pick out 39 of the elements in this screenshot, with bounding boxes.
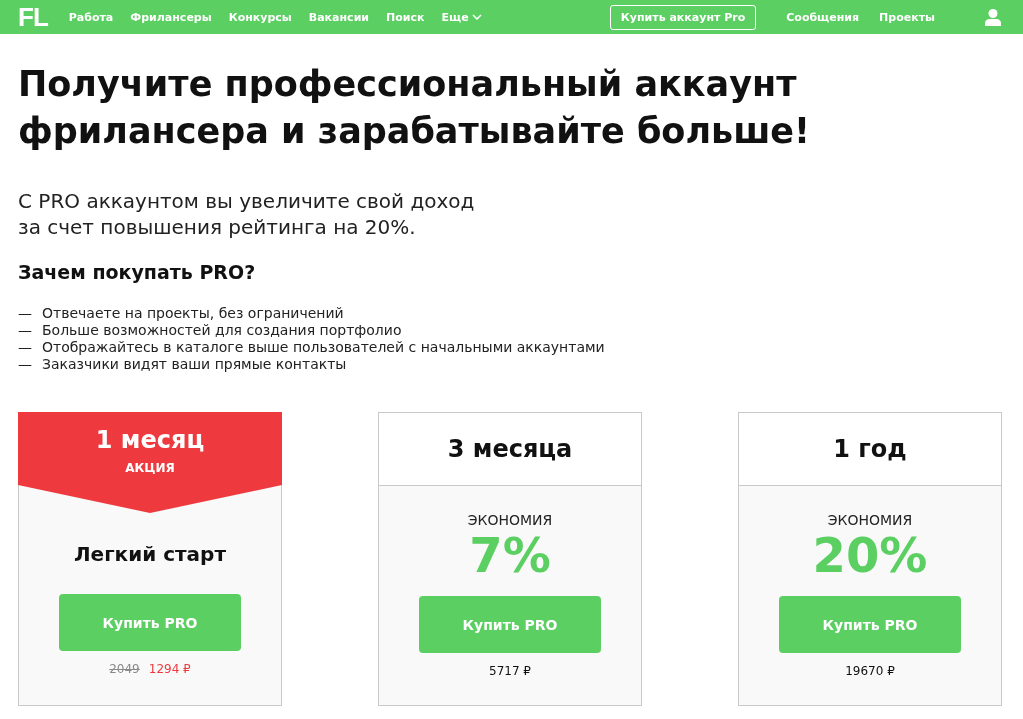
benefit-text: Отвечаете на проекты, без ограничений [42, 305, 344, 322]
user-icon[interactable] [985, 8, 1001, 26]
nav-link[interactable]: Работа [68, 10, 114, 24]
nav-link[interactable]: Еще [441, 10, 482, 24]
nav-link[interactable]: Конкурсы [228, 10, 292, 24]
price: 1294 ₽ [148, 661, 191, 677]
nav-link[interactable]: Поиск [386, 10, 425, 24]
benefit-text: Больше возможностей для создания портфолио [42, 322, 402, 339]
promo-label: АКЦИЯ [125, 460, 175, 476]
logo[interactable]: FL [18, 4, 48, 30]
plan-title: 1 год [833, 434, 907, 464]
plan-title: 1 месяц [95, 425, 205, 455]
price: 19670 ₽ [845, 663, 895, 679]
page-title: Получите профессиональный аккаунт фрилансера и зарабатывайте больше! [18, 63, 812, 153]
buy-pro-button[interactable]: Купить PRO [419, 596, 601, 653]
list-dash: — [18, 339, 33, 356]
nav-link[interactable]: Вакансии [308, 10, 370, 24]
price: 5717 ₽ [489, 663, 531, 679]
nav-link[interactable]: Фрилансеры [130, 10, 212, 24]
buy-pro-button[interactable]: Купить PRO [59, 594, 241, 651]
list-dash: — [18, 322, 33, 339]
benefit-text: Отображайтесь в каталоге выше пользователей с начальными аккаунтами [42, 339, 605, 356]
savings-value: 20% [812, 529, 928, 581]
benefit-text: Заказчики видят ваши прямые контакты [42, 356, 347, 373]
buy-pro-button[interactable]: Купить PRO [779, 596, 961, 653]
savings-label: ЭКОНОМИЯ [467, 511, 553, 529]
nav-link[interactable]: Сообщения [786, 10, 860, 24]
plan-title: 3 месяца [447, 434, 573, 464]
savings-value: 7% [469, 529, 551, 581]
chevron-down-icon [471, 14, 482, 20]
buy-pro-account-button[interactable]: Купить аккаунт Pro [609, 4, 757, 30]
list-dash: — [18, 356, 33, 373]
nav-link[interactable]: Проекты [879, 10, 935, 24]
old-price: 2049 [109, 661, 140, 677]
plan-tagline: Легкий старт [73, 542, 226, 566]
list-dash: — [18, 305, 33, 322]
page-subtitle: С PRO аккаунтом вы увеличите свой доход за счет повышения рейтинга на 20%. [18, 188, 476, 240]
savings-label: ЭКОНОМИЯ [827, 511, 913, 529]
section-heading: Зачем покупать PRO? [18, 260, 257, 284]
